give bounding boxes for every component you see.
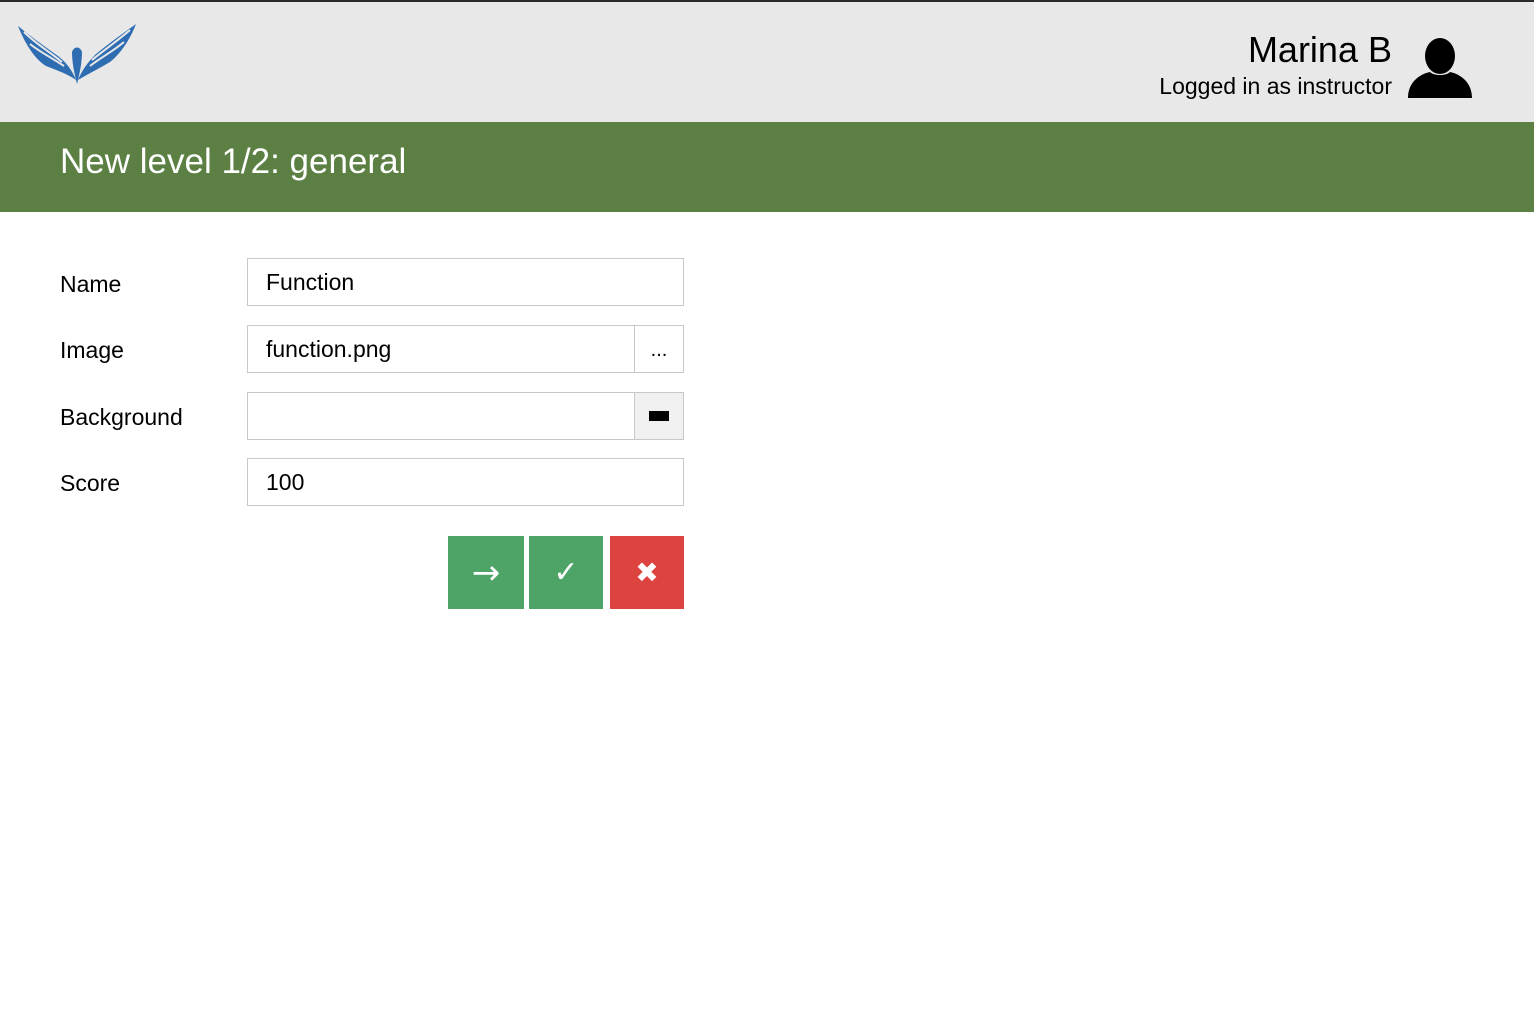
score-label: Score: [60, 470, 121, 496]
app-header: Marina B Logged in as instructor: [0, 2, 1534, 122]
page-title: New level 1/2: general: [60, 142, 407, 181]
color-swatch-icon: [649, 411, 669, 421]
cancel-button[interactable]: ✖: [610, 536, 684, 609]
score-field-wrapper: [247, 458, 684, 506]
close-icon: ✖: [635, 556, 659, 589]
user-role: Logged in as instructor: [1159, 73, 1392, 99]
save-button[interactable]: ✓: [529, 536, 603, 609]
name-field-wrapper: [247, 258, 684, 306]
name-label: Name: [60, 271, 122, 297]
image-label: Image: [60, 337, 124, 363]
user-name: Marina B: [1247, 29, 1392, 70]
user-silhouette-icon[interactable]: [1406, 36, 1474, 100]
background-label: Background: [60, 404, 183, 430]
browse-image-button[interactable]: ...: [634, 325, 684, 373]
name-input[interactable]: [248, 259, 683, 305]
background-input[interactable]: [248, 393, 634, 439]
color-picker-button[interactable]: [634, 392, 684, 440]
next-step-button[interactable]: →: [448, 536, 524, 609]
image-input[interactable]: [248, 326, 634, 372]
checkmark-icon: ✓: [553, 555, 579, 590]
arrow-right-icon: →: [471, 552, 501, 593]
background-field-wrapper: [247, 392, 684, 440]
image-field-wrapper: ...: [247, 325, 684, 373]
user-info: Marina B Logged in as instructor: [1159, 30, 1392, 102]
winged-bird-logo[interactable]: [16, 22, 138, 86]
score-input[interactable]: [248, 459, 683, 505]
